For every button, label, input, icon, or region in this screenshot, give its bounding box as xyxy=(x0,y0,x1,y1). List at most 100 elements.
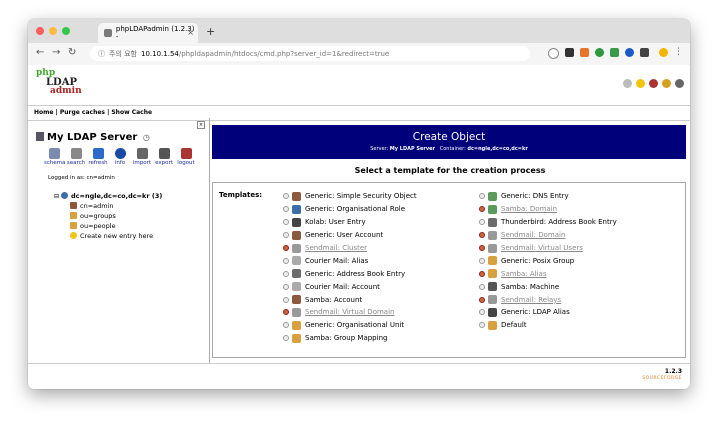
browser-tab[interactable]: phpLDAPadmin (1.2.3) - × xyxy=(98,23,198,43)
browser-window: phpLDAPadmin (1.2.3) - × + ← → ↻ ⓘ 주의 요함… xyxy=(28,19,690,389)
template-radio[interactable] xyxy=(283,283,289,290)
template-option[interactable]: Thunderbird: Address Book Entry xyxy=(479,216,617,229)
extension-icon[interactable] xyxy=(610,48,619,57)
extension-icons: ⋮ xyxy=(548,48,683,59)
smiley-icon[interactable] xyxy=(662,79,671,88)
template-icon xyxy=(292,191,301,201)
new-tab-button[interactable]: + xyxy=(206,25,215,38)
tree-item-label: ou=groups xyxy=(80,212,116,220)
bookmark-star-icon[interactable] xyxy=(548,48,559,59)
template-radio[interactable] xyxy=(479,322,485,329)
bug-icon[interactable] xyxy=(649,79,658,88)
template-icon xyxy=(488,191,497,201)
extension-icon[interactable] xyxy=(640,48,649,57)
menu-kebab-icon[interactable]: ⋮ xyxy=(674,48,683,57)
template-radio[interactable] xyxy=(283,270,289,277)
template-icon xyxy=(292,217,301,227)
sourceforge-logo[interactable]: SOURCEFORGE xyxy=(642,376,682,381)
template-option[interactable]: Generic: Organisational Unit xyxy=(283,319,417,332)
template-option[interactable]: Samba: Alias xyxy=(479,267,617,280)
template-icon xyxy=(488,282,497,292)
tree-item[interactable]: Create new entry here xyxy=(70,231,162,241)
extension-icon[interactable] xyxy=(625,48,634,57)
template-radio[interactable] xyxy=(479,219,485,226)
template-radio[interactable] xyxy=(283,257,289,264)
template-radio[interactable] xyxy=(283,322,289,329)
tool-label: refresh xyxy=(88,160,108,166)
minimize-window-button[interactable] xyxy=(49,27,57,35)
tool-refresh[interactable]: refresh xyxy=(88,148,108,166)
profile-avatar-icon[interactable] xyxy=(659,48,668,57)
close-window-button[interactable] xyxy=(36,27,44,35)
template-radio[interactable] xyxy=(479,309,485,316)
template-option[interactable]: Generic: Organisational Role xyxy=(283,203,417,216)
url-field[interactable]: ⓘ 주의 요함 10.10.1.54/phpldapadmin/htdocs/c… xyxy=(90,46,530,61)
template-label: Samba: Account xyxy=(305,295,363,304)
template-option[interactable]: Generic: Posix Group xyxy=(479,254,617,267)
maximize-window-button[interactable] xyxy=(62,27,70,35)
template-radio[interactable] xyxy=(479,193,485,200)
reload-icon[interactable]: ↻ xyxy=(68,47,76,58)
help-icon[interactable] xyxy=(623,79,632,88)
extension-icon[interactable] xyxy=(580,48,589,57)
template-label: Generic: DNS Entry xyxy=(501,192,569,201)
tool-export[interactable]: export xyxy=(154,148,174,166)
tool-schema[interactable]: schema xyxy=(44,148,66,166)
forward-icon[interactable]: → xyxy=(52,47,60,58)
template-option[interactable]: Generic: Simple Security Object xyxy=(283,190,417,203)
template-option[interactable]: Sendmail: Virtual Domain xyxy=(283,306,417,319)
template-radio[interactable] xyxy=(479,257,485,264)
template-option[interactable]: Sendmail: Domain xyxy=(479,229,617,242)
tool-logout[interactable]: logout xyxy=(176,148,196,166)
template-radio[interactable] xyxy=(283,296,289,303)
server-name[interactable]: My LDAP Server xyxy=(47,132,137,143)
template-radio[interactable] xyxy=(283,206,289,213)
tree-item[interactable]: ou=groups xyxy=(70,211,162,221)
light-bulb-icon[interactable] xyxy=(636,79,645,88)
template-icon xyxy=(292,295,301,305)
tool-import[interactable]: import xyxy=(132,148,152,166)
template-option[interactable]: Generic: LDAP Alias xyxy=(479,306,617,319)
collapse-tree-icon[interactable]: ⊟ xyxy=(54,193,59,200)
tree-root[interactable]: ⊟ dc=ngle,dc=co,dc=kr (3) xyxy=(54,191,162,201)
phpldapadmin-logo[interactable]: php LDAP admin xyxy=(36,69,82,96)
template-radio[interactable] xyxy=(283,335,289,342)
extension-icon[interactable] xyxy=(565,48,574,57)
template-radio[interactable] xyxy=(479,283,485,290)
template-option[interactable]: Sendmail: Cluster xyxy=(283,242,417,255)
tree-item[interactable]: ou=people xyxy=(70,221,162,231)
templates-label: Templates: xyxy=(219,191,263,199)
address-bar-row: ← → ↻ ⓘ 주의 요함 10.10.1.54/phpldapadmin/ht… xyxy=(28,43,690,66)
template-option[interactable]: Samba: Machine xyxy=(479,280,617,293)
template-option[interactable]: Default xyxy=(479,319,617,332)
tool-label: search xyxy=(66,160,86,166)
template-radio[interactable] xyxy=(283,219,289,226)
template-option[interactable]: Generic: User Account xyxy=(283,229,417,242)
template-option[interactable]: Generic: Address Book Entry xyxy=(283,267,417,280)
template-option[interactable]: Samba: Account xyxy=(283,293,417,306)
template-option[interactable]: Courier Mail: Alias xyxy=(283,254,417,267)
template-option[interactable]: Samba: Domain xyxy=(479,203,617,216)
info-icon[interactable]: ⓘ xyxy=(98,49,105,59)
collapse-icon[interactable]: × xyxy=(197,121,205,129)
template-label: Generic: Organisational Role xyxy=(305,205,405,214)
back-icon[interactable]: ← xyxy=(36,47,44,58)
template-option[interactable]: Sendmail: Virtual Users xyxy=(479,242,617,255)
close-tab-icon[interactable]: × xyxy=(187,28,194,37)
template-option[interactable]: Generic: DNS Entry xyxy=(479,190,617,203)
tool-search[interactable]: search xyxy=(66,148,86,166)
template-option[interactable]: Sendmail: Relays xyxy=(479,293,617,306)
refresh-icon xyxy=(92,148,104,159)
template-option[interactable]: Kolab: User Entry xyxy=(283,216,417,229)
tree-root-label: dc=ngle,dc=co,dc=kr (3) xyxy=(71,192,163,200)
template-option[interactable]: Courier Mail: Account xyxy=(283,280,417,293)
template-option[interactable]: Samba: Group Mapping xyxy=(283,332,417,345)
extension-icon[interactable] xyxy=(595,48,604,57)
info-icon xyxy=(114,148,126,159)
tree-item[interactable]: cn=admin xyxy=(70,201,162,211)
template-radio[interactable] xyxy=(283,193,289,200)
tool-info[interactable]: info xyxy=(110,148,130,166)
template-icon xyxy=(488,307,497,317)
template-radio[interactable] xyxy=(283,232,289,239)
donate-icon[interactable] xyxy=(675,79,684,88)
